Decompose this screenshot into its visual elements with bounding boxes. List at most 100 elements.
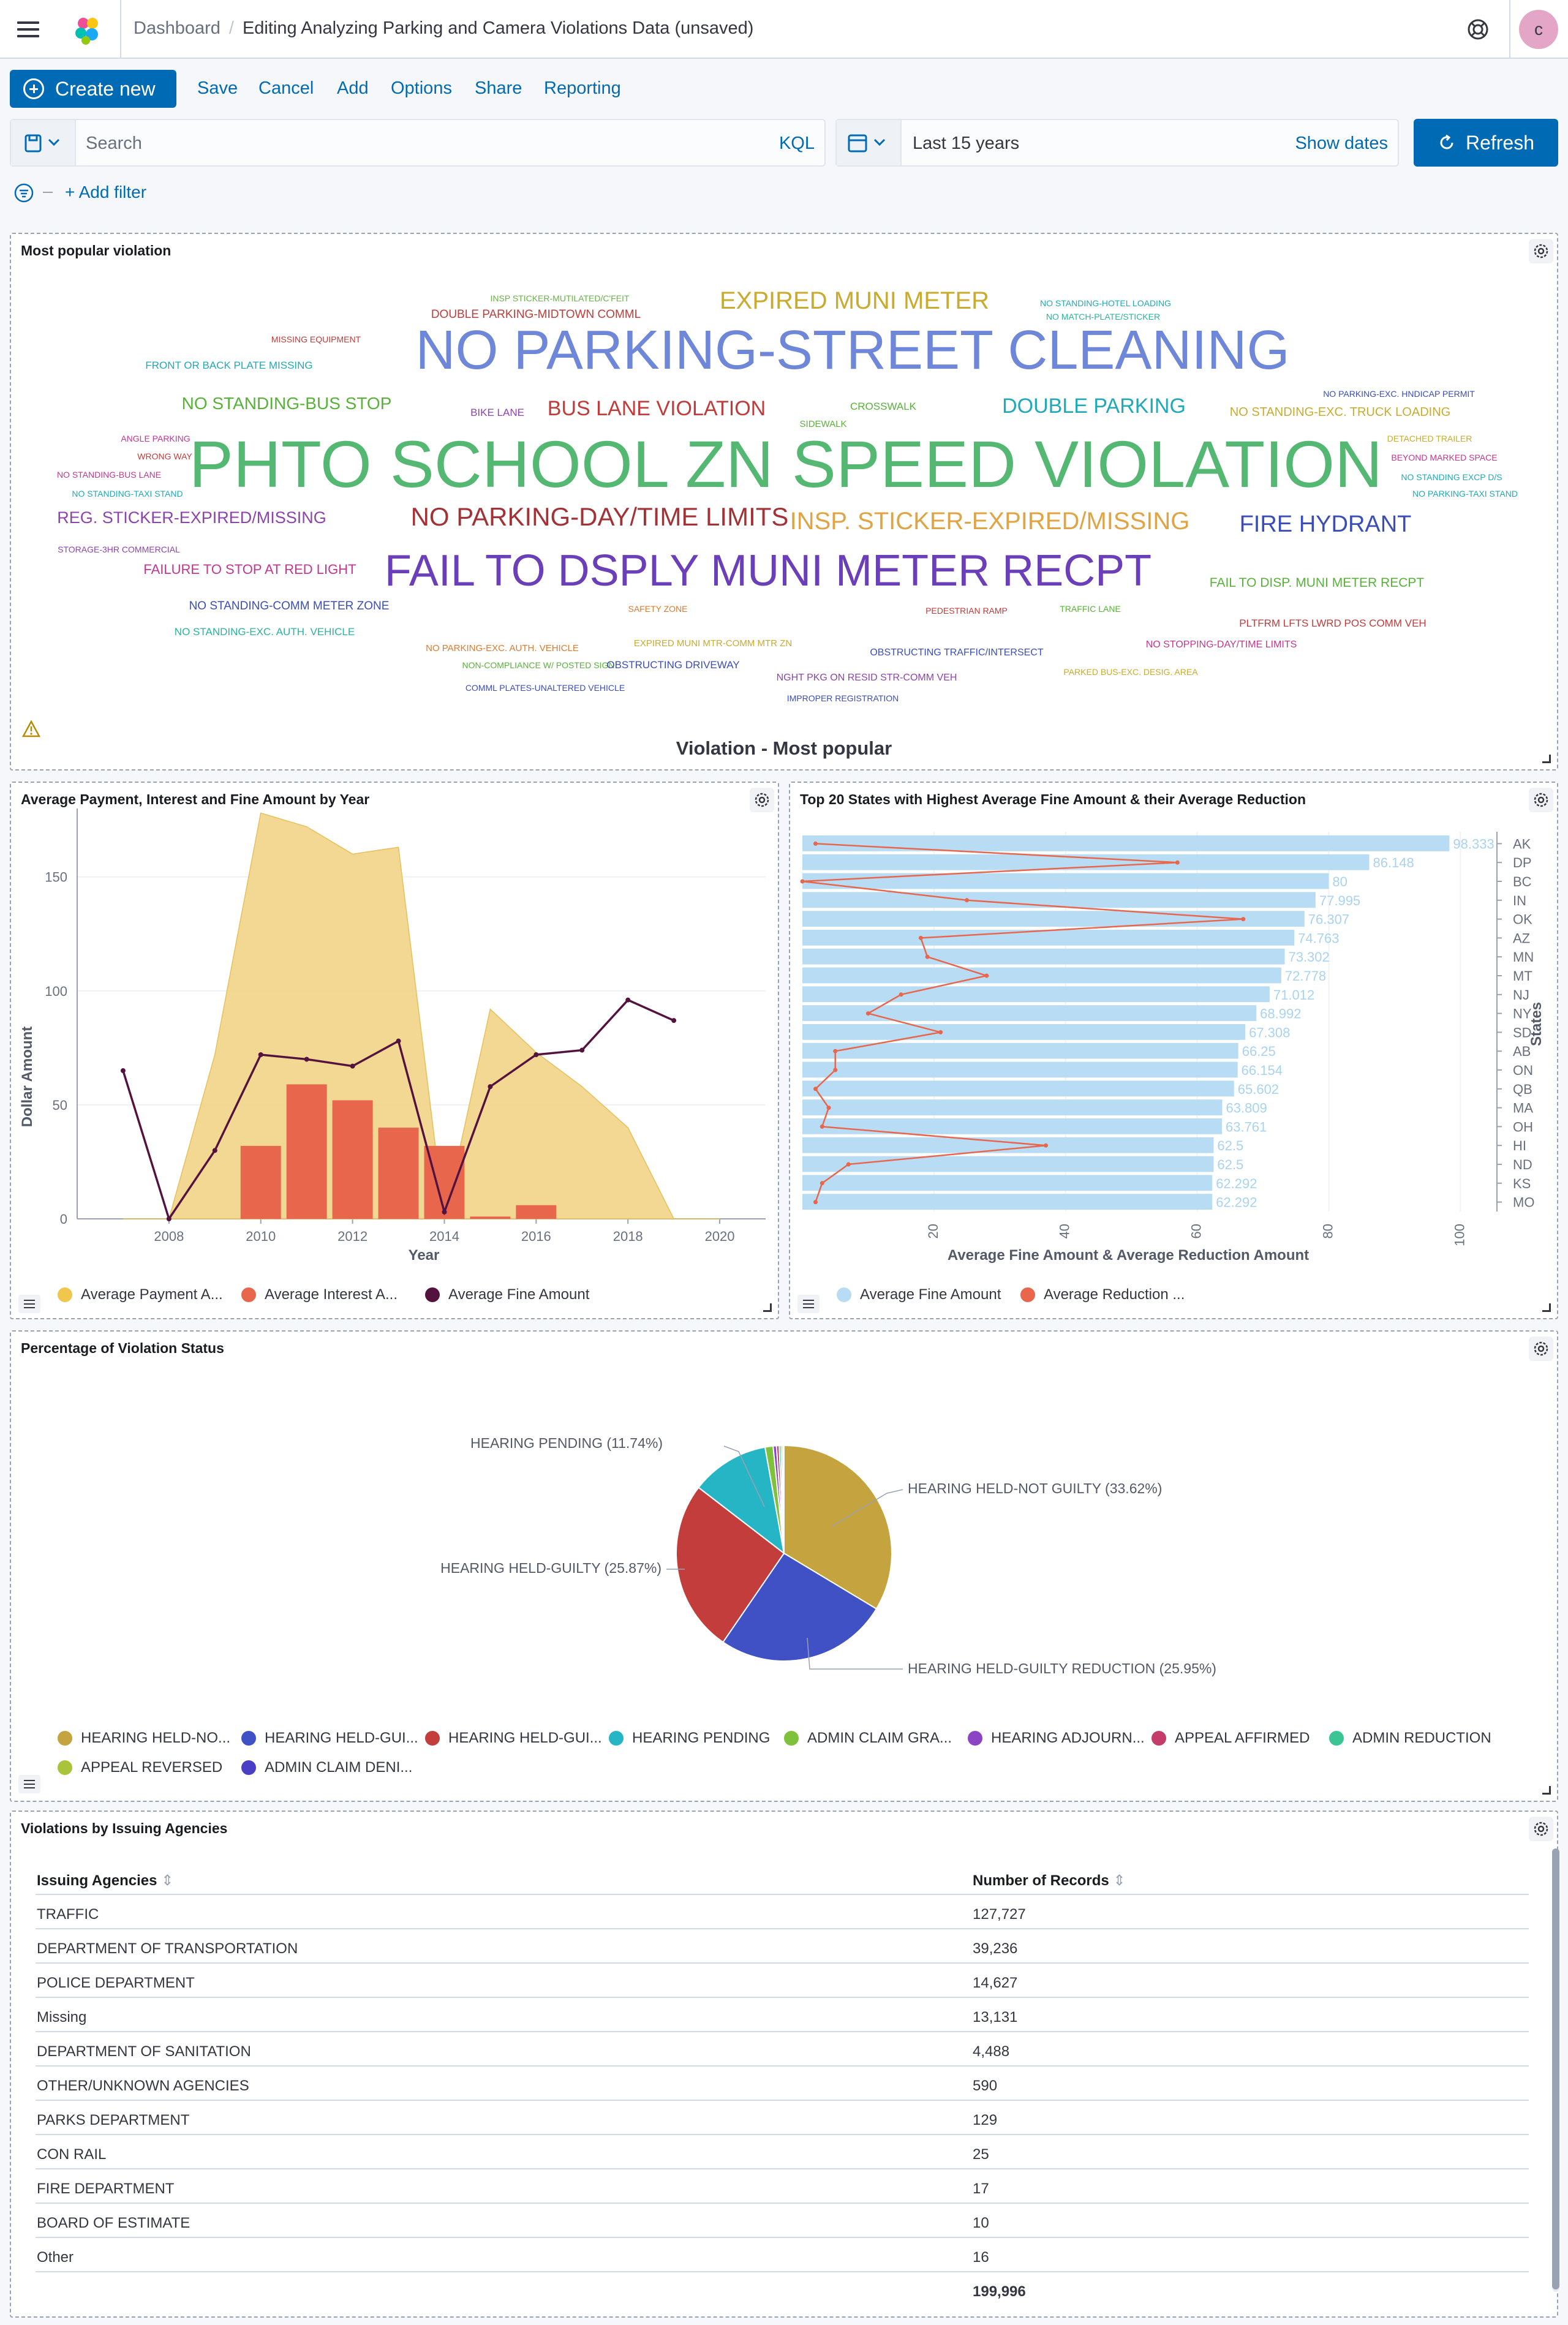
word-cloud-term[interactable]: INSP STICKER-MUTILATED/C'FEIT xyxy=(491,293,630,303)
bar-average-fine[interactable] xyxy=(802,873,1329,889)
word-cloud-term[interactable]: BUS LANE VIOLATION xyxy=(548,397,766,420)
cell-agency[interactable]: OTHER/UNKNOWN AGENCIES xyxy=(37,2078,249,2095)
area-series-payment[interactable] xyxy=(123,812,720,1219)
line-point[interactable] xyxy=(820,1124,824,1129)
word-cloud-term[interactable]: NO STANDING-BUS LANE xyxy=(57,470,161,480)
bar-average-fine[interactable] xyxy=(802,892,1316,908)
cell-agency[interactable]: DEPARTMENT OF SANITATION xyxy=(37,2043,251,2060)
word-cloud-term[interactable]: OBSTRUCTING TRAFFIC/INTERSECT xyxy=(870,647,1043,658)
line-point[interactable] xyxy=(813,1087,818,1091)
line-point[interactable] xyxy=(826,1106,831,1110)
line-point[interactable] xyxy=(846,1162,851,1167)
cell-agency[interactable]: Missing xyxy=(37,2009,86,2026)
bar-average-fine[interactable] xyxy=(802,1024,1246,1040)
word-cloud-term[interactable]: MISSING EQUIPMENT xyxy=(271,334,361,344)
kibana-logo-icon[interactable] xyxy=(72,15,103,45)
kql-toggle[interactable]: KQL xyxy=(779,134,815,154)
line-point[interactable] xyxy=(350,1063,355,1069)
line-point[interactable] xyxy=(833,1049,838,1053)
word-cloud-term[interactable]: PARKED BUS-EXC. DESIG. AREA xyxy=(1063,667,1198,677)
word-cloud-term[interactable]: NO STANDING-EXC. AUTH. VEHICLE xyxy=(175,626,355,638)
line-point[interactable] xyxy=(1241,917,1246,922)
legend-item[interactable]: APPEAL REVERSED xyxy=(58,1759,222,1776)
legend-toggle[interactable] xyxy=(797,1295,820,1313)
word-cloud-term[interactable]: NO STANDING EXCP D/S xyxy=(1401,472,1502,482)
line-point[interactable] xyxy=(1043,1143,1048,1148)
word-cloud-term[interactable]: NO STANDING-TAXI STAND xyxy=(72,489,183,499)
show-dates-link[interactable]: Show dates xyxy=(1295,134,1388,154)
line-point[interactable] xyxy=(258,1052,263,1057)
cell-agency[interactable]: Other xyxy=(37,2249,74,2266)
cell-agency[interactable]: FIRE DEPARTMENT xyxy=(37,2180,174,2198)
reporting-link[interactable]: Reporting xyxy=(544,78,621,99)
line-point[interactable] xyxy=(166,1216,172,1221)
legend-item[interactable]: ADMIN CLAIM DENI... xyxy=(241,1759,412,1776)
word-cloud-term[interactable]: REG. STICKER-EXPIRED/MISSING xyxy=(57,508,326,527)
legend-item[interactable]: ADMIN REDUCTION xyxy=(1329,1730,1491,1747)
line-point[interactable] xyxy=(984,973,989,978)
bar-average-fine[interactable] xyxy=(802,1194,1213,1210)
line-point[interactable] xyxy=(833,1068,838,1072)
time-range-label[interactable]: Last 15 years xyxy=(913,134,1019,154)
bar-average-fine[interactable] xyxy=(802,1156,1214,1172)
word-cloud-term[interactable]: PLTFRM LFTS LWRD POS COMM VEH xyxy=(1239,617,1426,629)
word-cloud-term[interactable]: FAILURE TO STOP AT RED LIGHT xyxy=(143,562,356,577)
word-cloud-term[interactable]: NO STANDING-HOTEL LOADING xyxy=(1040,298,1171,308)
warning-icon[interactable] xyxy=(22,720,40,737)
legend-toggle[interactable] xyxy=(18,1775,40,1793)
bar-average-fine[interactable] xyxy=(802,1137,1214,1153)
word-cloud-term[interactable]: NO PARKING-STREET CLEANING xyxy=(416,320,1290,381)
line-point[interactable] xyxy=(212,1148,217,1153)
legend-item[interactable]: Average Reduction ... xyxy=(1020,1286,1185,1303)
word-cloud-term[interactable]: NO STANDING-BUS STOP xyxy=(182,394,392,413)
word-cloud-term[interactable]: NGHT PKG ON RESID STR-COMM VEH xyxy=(777,673,957,683)
bar-average-fine[interactable] xyxy=(802,835,1450,851)
word-cloud-term[interactable]: NO PARKING-EXC. AUTH. VEHICLE xyxy=(426,643,579,654)
legend-item[interactable]: Average Payment A... xyxy=(58,1286,223,1303)
search-input[interactable]: Search xyxy=(86,134,142,154)
word-cloud-term[interactable]: STORAGE-3HR COMMERCIAL xyxy=(58,545,180,554)
resize-handle[interactable] xyxy=(763,1303,772,1312)
line-point[interactable] xyxy=(671,1018,677,1023)
word-cloud-term[interactable]: EXPIRED MUNI METER xyxy=(720,287,989,314)
legend-item[interactable]: APPEAL AFFIRMED xyxy=(1152,1730,1310,1747)
word-cloud-term[interactable]: FAIL TO DSPLY MUNI METER RECPT xyxy=(385,546,1152,595)
word-cloud-term[interactable]: NON-COMPLIANCE W/ POSTED SIGN xyxy=(462,660,615,670)
word-cloud-term[interactable]: FIRE HYDRANT xyxy=(1240,511,1412,537)
refresh-button[interactable]: Refresh xyxy=(1414,119,1558,167)
word-cloud-term[interactable]: ANGLE PARKING xyxy=(121,434,190,443)
line-point[interactable] xyxy=(820,1181,824,1186)
cell-agency[interactable]: CON RAIL xyxy=(37,2146,106,2163)
filter-icon[interactable] xyxy=(13,183,34,203)
line-point[interactable] xyxy=(938,1030,943,1034)
line-point[interactable] xyxy=(625,997,631,1003)
line-point[interactable] xyxy=(800,879,805,884)
resize-handle[interactable] xyxy=(1542,1786,1551,1795)
word-cloud-term[interactable]: OBSTRUCTING DRIVEWAY xyxy=(606,659,739,671)
word-cloud-term[interactable]: INSP. STICKER-EXPIRED/MISSING xyxy=(790,508,1190,535)
word-cloud-term[interactable]: NO PARKING-DAY/TIME LIMITS xyxy=(411,502,789,531)
line-point[interactable] xyxy=(120,1068,126,1074)
word-cloud-term[interactable]: BIKE LANE xyxy=(470,407,524,418)
bar-average-fine[interactable] xyxy=(802,986,1270,1003)
cancel-link[interactable]: Cancel xyxy=(258,78,314,99)
help-icon[interactable] xyxy=(1466,17,1490,42)
line-point[interactable] xyxy=(304,1057,309,1062)
legend-item[interactable]: HEARING HELD-GUI... xyxy=(425,1730,602,1747)
bar-average-fine[interactable] xyxy=(802,1005,1257,1021)
line-point[interactable] xyxy=(533,1052,539,1057)
add-link[interactable]: Add xyxy=(337,78,369,99)
add-filter-link[interactable]: + Add filter xyxy=(65,183,146,202)
bar-average-fine[interactable] xyxy=(802,1118,1222,1134)
word-cloud-term[interactable]: NO PARKING-TAXI STAND xyxy=(1412,489,1518,499)
legend-item[interactable]: HEARING HELD-NO... xyxy=(58,1730,230,1747)
word-cloud-term[interactable]: NO STANDING-EXC. TRUCK LOADING xyxy=(1230,405,1450,419)
save-link[interactable]: Save xyxy=(197,78,238,99)
bar-interest[interactable] xyxy=(378,1128,419,1219)
word-cloud-term[interactable]: FAIL TO DISP. MUNI METER RECPT xyxy=(1210,576,1425,590)
legend-item[interactable]: Average Interest A... xyxy=(241,1286,398,1303)
bar-average-fine[interactable] xyxy=(802,930,1295,946)
line-point[interactable] xyxy=(442,1209,447,1215)
menu-icon[interactable] xyxy=(17,18,39,40)
word-cloud-term[interactable]: PHTO SCHOOL ZN SPEED VIOLATION xyxy=(189,427,1382,501)
